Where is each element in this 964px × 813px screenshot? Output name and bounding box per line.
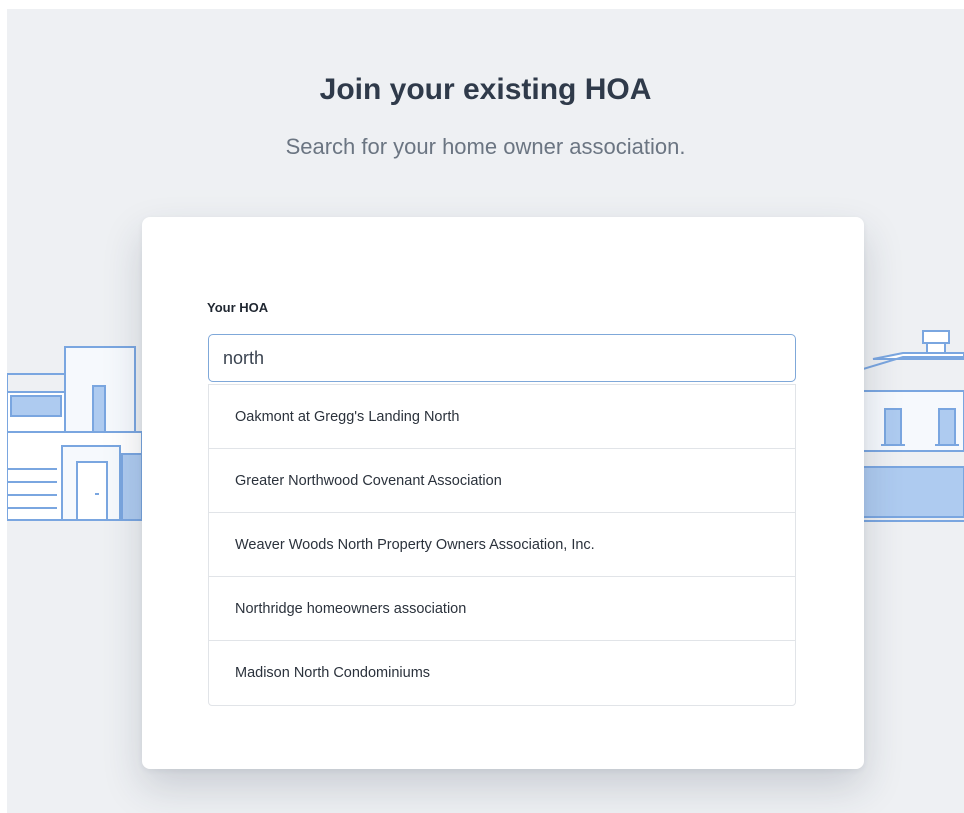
page-title: Join your existing HOA [319, 73, 652, 106]
suggestion-list: Oakmont at Gregg's Landing North Greater… [208, 384, 796, 706]
hoa-search-input[interactable] [208, 334, 796, 382]
search-card: Your HOA Oakmont at Gregg's Landing Nort… [142, 217, 864, 769]
hoa-field-label: Your HOA [207, 300, 269, 315]
suggestion-item[interactable]: Madison North Condominiums [209, 641, 795, 705]
page-subtitle: Search for your home owner association. [285, 134, 686, 159]
suggestion-item[interactable]: Greater Northwood Covenant Association [209, 449, 795, 513]
suggestion-item[interactable]: Northridge homeowners association [209, 577, 795, 641]
house-illustration-left [7, 346, 147, 521]
suggestion-item[interactable]: Oakmont at Gregg's Landing North [209, 385, 795, 449]
page-background: Join your existing HOA Search for your h… [7, 9, 964, 813]
suggestion-item[interactable]: Weaver Woods North Property Owners Assoc… [209, 513, 795, 577]
house-illustration-right [863, 330, 964, 522]
